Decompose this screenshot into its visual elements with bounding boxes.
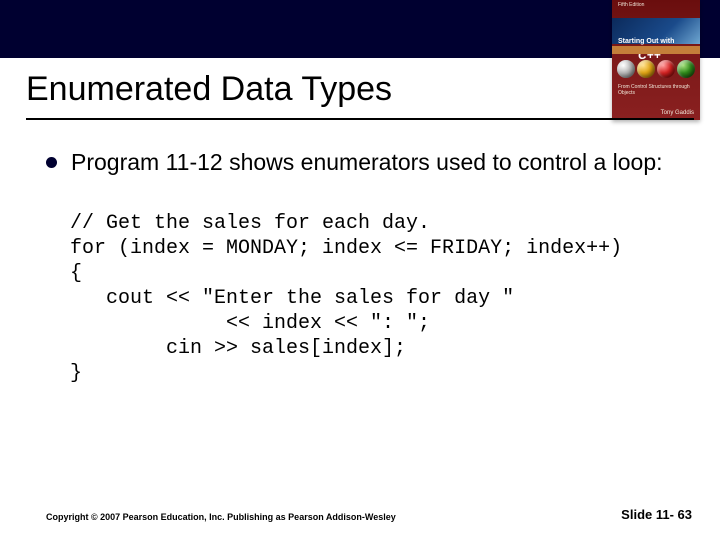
slide-number: Slide 11- 63 [621, 507, 692, 522]
book-author: Tony Gaddis [661, 110, 694, 116]
slide-body: Program 11-12 shows enumerators used to … [46, 148, 688, 386]
book-stripe: Starting Out with C++ [612, 18, 700, 44]
book-accent [612, 46, 700, 54]
ball-icon [657, 60, 675, 78]
code-block: // Get the sales for each day. for (inde… [70, 211, 688, 386]
ball-icon [637, 60, 655, 78]
book-art-icon [612, 54, 700, 84]
copyright-text: Copyright © 2007 Pearson Education, Inc.… [46, 512, 396, 522]
book-main-title: Starting Out with [618, 38, 674, 45]
bullet-icon [46, 157, 57, 168]
bullet-text: Program 11-12 shows enumerators used to … [71, 148, 663, 177]
book-subtitle: From Control Structures through Objects [618, 84, 694, 96]
book-edition: Fifth Edition [618, 2, 644, 8]
title-rule [26, 118, 694, 120]
ball-icon [677, 60, 695, 78]
ball-icon [617, 60, 635, 78]
bullet-item: Program 11-12 shows enumerators used to … [46, 148, 688, 177]
slide: Fifth Edition Starting Out with C++ From… [0, 0, 720, 540]
footer: Copyright © 2007 Pearson Education, Inc.… [46, 507, 692, 522]
slide-title: Enumerated Data Types [26, 70, 392, 109]
book-cover: Fifth Edition Starting Out with C++ From… [612, 0, 700, 120]
